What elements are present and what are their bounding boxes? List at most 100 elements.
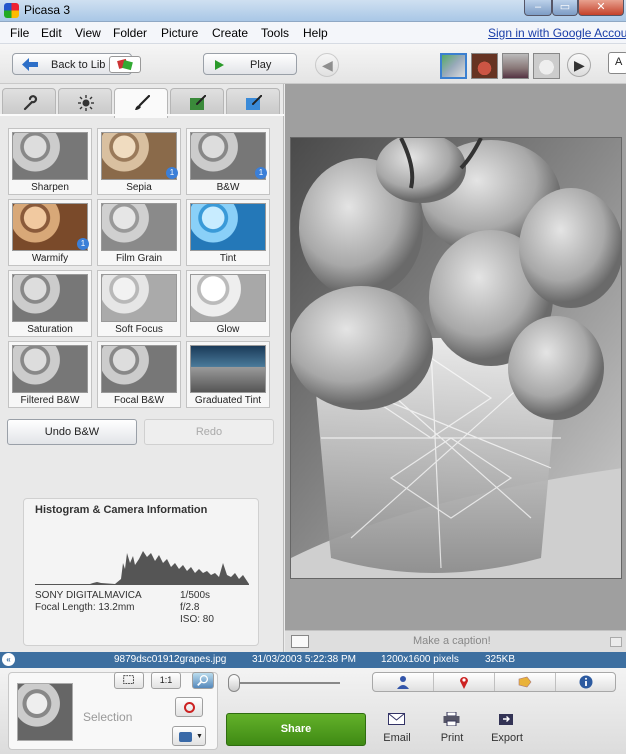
file-size: 325KB [485,654,516,665]
effect-filtered-bw[interactable]: Filtered B&W [8,341,92,408]
print-button[interactable]: Print [427,710,477,748]
green-brush-icon [190,95,206,110]
effect-sharpen[interactable]: Sharpen [8,128,92,195]
effect-tint[interactable]: Tint [186,199,270,266]
applied-badge: 1 [166,167,178,179]
effect-label: Film Grain [115,253,163,264]
effect-focal-bw[interactable]: Focal B&W [97,341,181,408]
effect-label: B&W [216,182,240,193]
tab-more-effects[interactable] [170,88,224,116]
sign-in-link[interactable]: Sign in with Google Account [488,26,626,40]
title-bar: Picasa 3 – ▭ ✕ [0,0,626,22]
menu-file[interactable]: File [10,26,29,40]
effect-label: Sharpen [31,182,69,193]
frame-icon [123,675,134,685]
filmstrip-thumb[interactable] [440,53,467,79]
back-arrow-icon [22,58,38,71]
camera-model: SONY DIGITALMAVICA [35,590,142,601]
minimize-button[interactable]: – [524,0,552,16]
effect-label: Warmify [31,253,69,264]
main-photo[interactable] [290,137,622,579]
effect-preview [101,203,177,251]
slider-knob[interactable] [228,674,240,692]
menu-create[interactable]: Create [212,26,248,40]
actual-size-button[interactable]: 1:1 [151,672,181,689]
effect-preview [12,345,88,393]
filmstrip-thumb[interactable] [502,53,529,79]
effect-saturation[interactable]: Saturation [8,270,92,337]
effect-soft-focus[interactable]: Soft Focus [97,270,181,337]
caption-bar: Make a caption! [285,630,626,652]
left-arrow-icon: ◀ [322,57,333,73]
menu-edit[interactable]: Edit [41,26,62,40]
next-photo-button[interactable]: ▶ [567,53,591,77]
tags-button[interactable] [495,673,556,691]
filmstrip-thumb[interactable] [533,53,560,79]
collapse-icon[interactable]: « [2,653,15,666]
grid-icon[interactable] [610,637,622,647]
geotag-button[interactable] [434,673,495,691]
bottom-panel: Selection 1:1 ▼ Share Email Print Export [0,668,626,754]
menu-help[interactable]: Help [303,26,328,40]
email-label: Email [383,732,411,744]
filmstrip-thumb[interactable] [471,53,498,79]
tag-toolbar [372,672,616,692]
blog-button[interactable]: ▼ [172,726,206,746]
maximize-button[interactable]: ▭ [552,0,578,16]
effect-sepia[interactable]: 1 Sepia [97,128,181,195]
properties-button[interactable] [556,673,617,691]
email-button[interactable]: Email [372,710,422,748]
back-label: Back to Lib [51,59,106,71]
back-to-library-button[interactable]: Back to Lib [12,53,141,75]
record-button[interactable] [175,697,203,717]
zoom-slider[interactable] [226,674,344,692]
menu-folder[interactable]: Folder [113,26,147,40]
effect-preview [12,274,88,322]
caption-input[interactable]: Make a caption! [413,635,491,647]
slider-track [232,682,340,684]
menu-picture[interactable]: Picture [161,26,198,40]
frame-view-button[interactable] [114,672,144,689]
selection-thumbnail[interactable] [17,683,73,741]
edge-toolbar-button[interactable]: A [608,52,626,74]
effect-glow[interactable]: Glow [186,270,270,337]
blog-icon [179,732,192,742]
effect-film-grain[interactable]: Film Grain [97,199,181,266]
edit-panel: Sharpen 1 Sepia 1 B&W 1 Warmify Film Gra… [0,84,284,652]
aperture: f/2.8 [180,602,200,613]
toolbar: Back to Lib Play ◀ ▶ [0,44,626,84]
effect-preview [12,132,88,180]
caption-icon[interactable] [291,635,309,648]
previous-photo-button[interactable]: ◀ [315,53,339,77]
photo-date: 31/03/2003 5:22:38 PM [252,654,356,665]
people-button[interactable] [373,673,434,691]
effect-label: Glow [216,324,240,335]
selection-label: Selection [83,710,133,724]
applied-badge: 1 [255,167,267,179]
effect-bw[interactable]: 1 B&W [186,128,270,195]
export-button[interactable]: Export [482,710,532,748]
export-icon [499,714,513,725]
menu-view[interactable]: View [75,26,101,40]
menu-tools[interactable]: Tools [261,26,289,40]
effect-label: Tint [219,253,237,264]
histogram-title: Histogram & Camera Information [35,504,208,516]
effect-preview [101,345,177,393]
library-icon [109,56,141,73]
play-button[interactable]: Play [203,53,297,75]
effect-preview [190,203,266,251]
effect-graduated-tint[interactable]: Graduated Tint [186,341,270,408]
tab-more-effects-2[interactable] [226,88,280,116]
zoom-button[interactable] [192,672,214,689]
effect-warmify[interactable]: 1 Warmify [8,199,92,266]
redo-button[interactable]: Redo [144,419,274,445]
close-button[interactable]: ✕ [578,0,624,16]
tab-tuning[interactable] [58,88,112,116]
effect-label: Soft Focus [115,324,163,335]
person-icon [397,676,409,689]
share-button[interactable]: Share [226,713,366,746]
undo-button[interactable]: Undo B&W [7,419,137,445]
brush-icon [135,95,150,110]
chevron-down-icon: ▼ [196,733,203,740]
tab-basic-fixes[interactable] [2,88,56,116]
